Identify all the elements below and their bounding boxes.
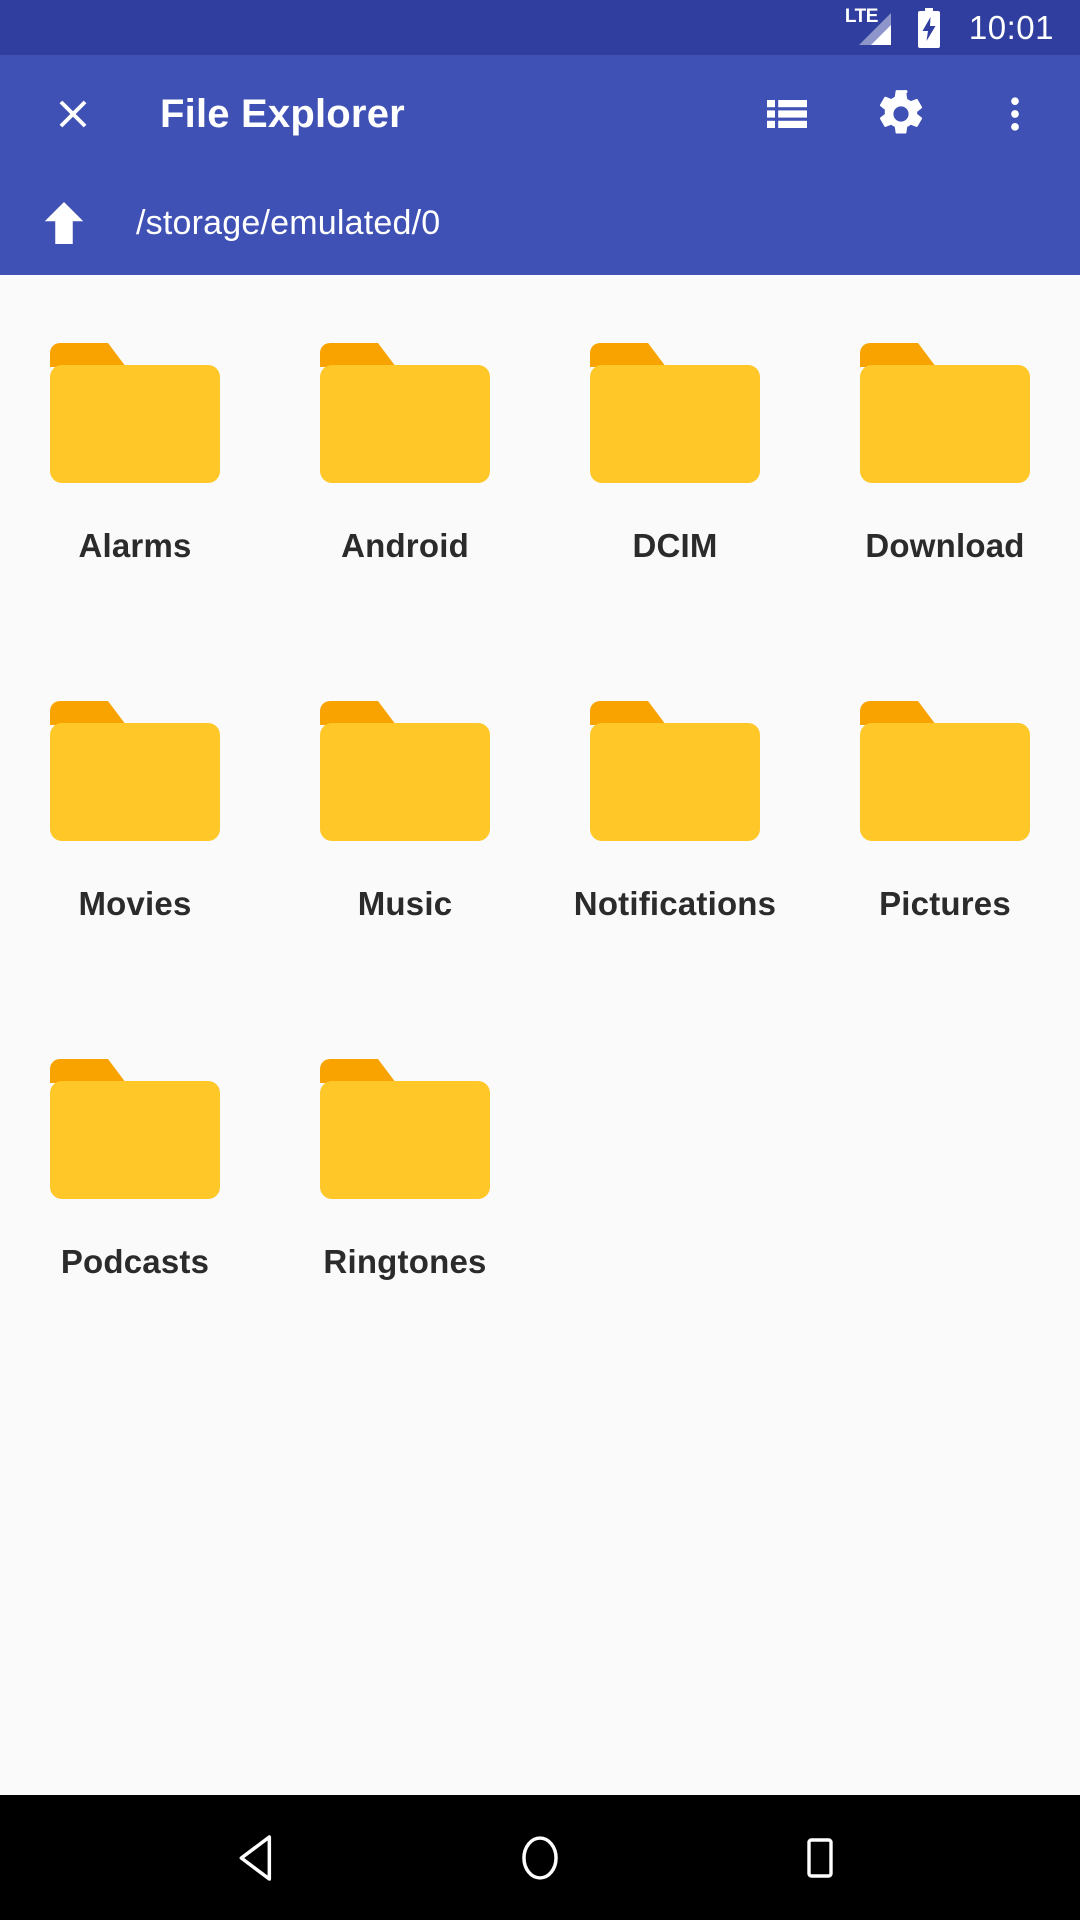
close-icon (59, 100, 87, 128)
recents-icon (807, 1837, 833, 1878)
folder-icon (50, 1059, 220, 1199)
grid-item[interactable]: Ringtones (270, 1031, 540, 1389)
arrow-up-icon (44, 202, 84, 244)
app-bar-top-row: File Explorer (0, 55, 1080, 173)
status-icons: LTE 10:01 (845, 7, 1054, 48)
file-item-label: Android (341, 527, 469, 564)
grid-item[interactable]: Podcasts (0, 1031, 270, 1389)
overflow-menu-icon (1011, 97, 1019, 131)
grid-item[interactable]: Notifications (540, 673, 810, 1031)
file-list-container: Alarms Android DCIM Download Movies Music Noti… (0, 275, 1080, 1795)
file-item-label: Download (865, 527, 1025, 564)
grid-item[interactable]: DCIM (540, 315, 810, 673)
folder-icon (50, 701, 220, 841)
grid-item[interactable]: Pictures (810, 673, 1080, 1031)
android-navigation-bar (0, 1795, 1080, 1920)
file-item-label: Ringtones (323, 1243, 487, 1280)
home-icon (522, 1835, 558, 1880)
grid-item[interactable]: Alarms (0, 315, 270, 673)
folder-icon (320, 343, 490, 483)
page-title: File Explorer (160, 91, 405, 136)
phone-screen: LTE 10:01 File Explorer /storage/emulate… (0, 0, 1080, 1920)
close-button[interactable] (42, 83, 104, 145)
grid-item[interactable]: Android (270, 315, 540, 673)
file-grid: Alarms Android DCIM Download Movies Music Noti… (0, 315, 1080, 1389)
file-item-label: Notifications (573, 885, 777, 922)
folder-icon (320, 701, 490, 841)
folder-icon (590, 343, 760, 483)
battery-charging-icon (917, 7, 940, 48)
back-icon (239, 1834, 272, 1881)
list-view-button[interactable] (756, 83, 818, 145)
nav-home-button[interactable] (485, 1803, 595, 1913)
file-item-label: Podcasts (60, 1243, 210, 1280)
app-bar: File Explorer /storage/emulated/0 (0, 55, 1080, 275)
grid-item[interactable]: Movies (0, 673, 270, 1031)
app-bar-actions (756, 83, 1046, 145)
file-item-label: Alarms (78, 527, 192, 564)
folder-icon (320, 1059, 490, 1199)
grid-item[interactable]: Download (810, 315, 1080, 673)
status-bar-clock: 10:01 (968, 9, 1054, 46)
navigate-up-button[interactable] (34, 193, 94, 253)
nav-recents-button[interactable] (765, 1803, 875, 1913)
path-bar[interactable]: /storage/emulated/0 (0, 173, 1080, 273)
current-path: /storage/emulated/0 (136, 203, 441, 242)
folder-icon (590, 701, 760, 841)
signal-cellular-icon: LTE (845, 7, 893, 47)
grid-item[interactable]: Music (270, 673, 540, 1031)
file-item-label: DCIM (632, 527, 718, 564)
folder-icon (860, 701, 1030, 841)
file-item-label: Movies (78, 885, 192, 922)
file-item-label: Music (357, 885, 453, 922)
status-bar: LTE 10:01 (0, 0, 1080, 55)
folder-icon (50, 343, 220, 483)
file-item-label: Pictures (879, 885, 1011, 922)
gear-icon (879, 90, 923, 134)
settings-button[interactable] (870, 83, 932, 145)
overflow-menu-button[interactable] (984, 83, 1046, 145)
nav-back-button[interactable] (205, 1803, 315, 1913)
folder-icon (860, 343, 1030, 483)
list-view-icon (767, 100, 807, 128)
